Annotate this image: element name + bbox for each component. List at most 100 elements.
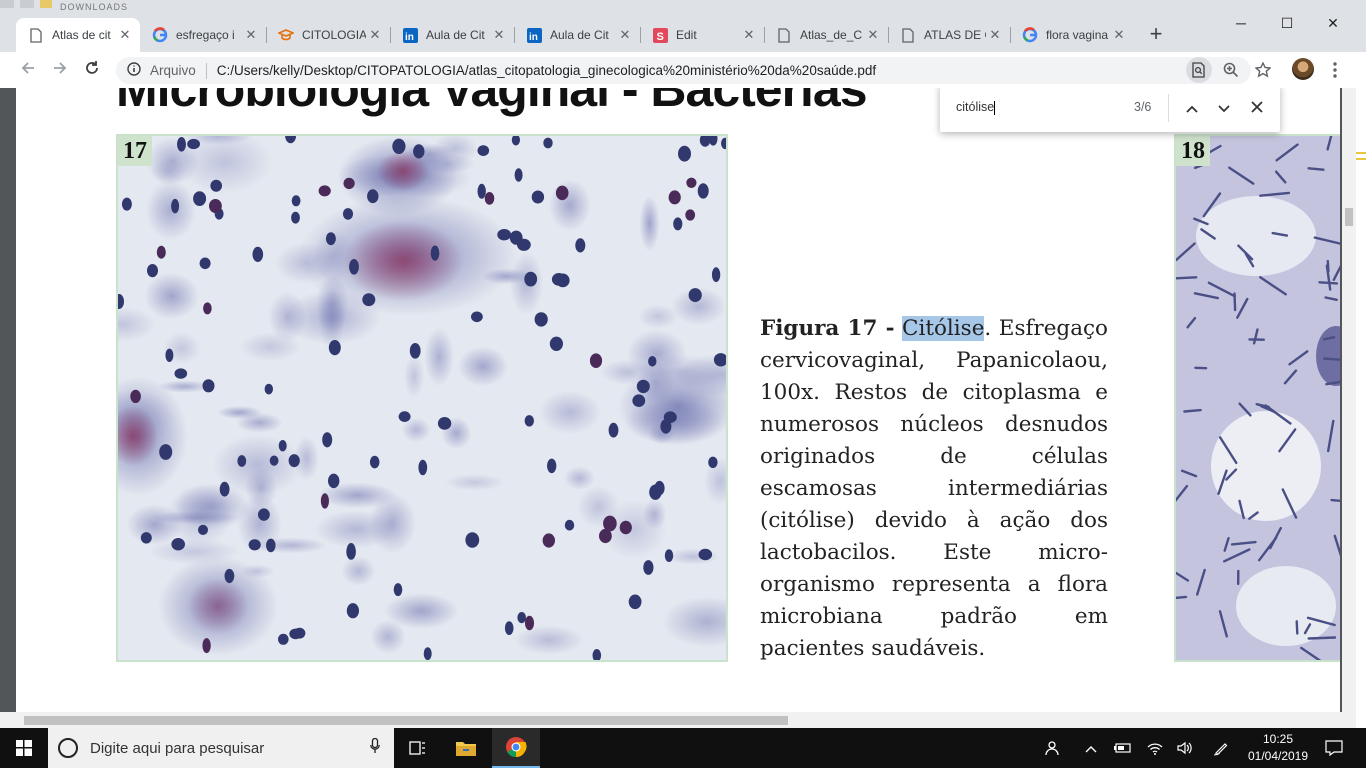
task-view-icon[interactable]	[394, 728, 442, 768]
taskbar-search-box[interactable]: Digite aqui para pesquisar	[48, 728, 394, 768]
minimize-button[interactable]: ─	[1218, 8, 1264, 38]
cell-nucleus	[478, 145, 490, 156]
pen-workspace-icon[interactable]	[1210, 728, 1232, 768]
find-highlight: Citólise	[902, 316, 984, 341]
tab-atlas-de-c-upper[interactable]: ATLAS DE C ✕	[888, 18, 1010, 52]
tab-atlas-de-cit[interactable]: Atlas de cit ✕	[16, 18, 140, 52]
cell-nucleus	[343, 208, 353, 220]
tab-citologia[interactable]: CITOLOGIA ✕	[266, 18, 390, 52]
find-in-page-icon[interactable]	[1186, 57, 1212, 83]
chevron-down-icon	[1218, 105, 1230, 113]
close-tab-icon[interactable]: ✕	[740, 27, 758, 43]
tab-title: Atlas de cit	[52, 28, 116, 42]
close-tab-icon[interactable]: ✕	[616, 27, 634, 43]
cell-nucleus	[632, 394, 645, 407]
forward-button[interactable]	[46, 56, 74, 84]
pdf-viewer[interactable]: Microbiologia Vaginal - Bactérias	[0, 88, 1356, 712]
tab-title: Edit	[676, 28, 740, 42]
cell-nucleus	[410, 343, 421, 359]
address-bar[interactable]: Arquivo C:/Users/kelly/Desktop/CITOPATOL…	[116, 57, 1251, 84]
new-tab-button[interactable]: +	[1144, 22, 1168, 46]
tab-aula-de-cit-1[interactable]: in Aula de Cit ✕	[390, 18, 514, 52]
figure-number-17: 17	[118, 136, 152, 166]
close-icon	[1251, 101, 1263, 113]
tab-atlas-de-c[interactable]: Atlas_de_C ✕	[764, 18, 888, 52]
find-match-count: 3/6	[1134, 100, 1151, 114]
show-hidden-icons-chevron-icon[interactable]	[1080, 728, 1102, 768]
stain-blot	[549, 179, 591, 231]
close-tab-icon[interactable]: ✕	[116, 27, 134, 43]
clock-time: 10:25	[1246, 731, 1310, 748]
info-icon[interactable]	[124, 62, 144, 79]
cell-nucleus	[532, 191, 544, 204]
close-window-button[interactable]: ✕	[1310, 8, 1356, 38]
zoom-icon[interactable]	[1217, 56, 1245, 84]
cell-nucleus	[552, 273, 566, 286]
tab-aula-de-cit-2[interactable]: in Aula de Cit ✕	[514, 18, 640, 52]
cell-nucleus	[517, 612, 526, 623]
cell-nucleus	[394, 583, 403, 596]
find-close-button[interactable]	[1245, 96, 1269, 120]
close-tab-icon[interactable]: ✕	[986, 27, 1004, 43]
cell-nucleus	[712, 267, 720, 282]
cell-nucleus	[177, 137, 186, 152]
lactobacillus-rod	[1184, 410, 1200, 411]
wifi-icon[interactable]	[1144, 728, 1166, 768]
file-explorer-icon[interactable]	[442, 728, 490, 768]
back-button[interactable]	[14, 56, 42, 84]
find-next-button[interactable]	[1212, 96, 1236, 120]
cell-nucleus	[708, 457, 717, 468]
linkedin-icon: in	[402, 27, 418, 43]
document-icon	[28, 27, 44, 43]
chrome-taskbar-icon[interactable]	[492, 728, 540, 768]
cell-nucleus	[171, 199, 179, 213]
cell-nucleus	[346, 544, 356, 559]
battery-icon[interactable]	[1112, 728, 1134, 768]
cell-nucleus	[556, 186, 569, 201]
close-tab-icon[interactable]: ✕	[366, 27, 384, 43]
reload-button[interactable]	[78, 56, 106, 84]
cell-nucleus	[547, 459, 556, 474]
cell-nucleus	[165, 349, 173, 362]
edge-marker	[1356, 152, 1366, 154]
people-icon[interactable]	[1040, 728, 1064, 768]
cell-nucleus	[200, 258, 211, 270]
cell-nucleus	[258, 508, 270, 520]
cell-nucleus	[322, 432, 332, 447]
background-window-edge	[0, 0, 14, 8]
tab-flora-vagina[interactable]: flora vagina ✕	[1010, 18, 1134, 52]
text-cursor	[994, 101, 995, 115]
vertical-scroll-thumb[interactable]	[1345, 208, 1353, 226]
microphone-icon[interactable]	[370, 738, 380, 758]
stain-blot	[515, 625, 584, 654]
cell-nucleus	[344, 178, 355, 189]
find-previous-button[interactable]	[1180, 96, 1204, 120]
close-tab-icon[interactable]: ✕	[490, 27, 508, 43]
maximize-button[interactable]: ☐	[1264, 8, 1310, 38]
cell-nucleus	[497, 229, 511, 240]
cell-nucleus	[292, 195, 301, 206]
horizontal-scrollbar[interactable]	[0, 712, 1356, 728]
windows-logo-icon	[16, 740, 32, 756]
tab-esfregaco[interactable]: esfregaço i ✕	[140, 18, 266, 52]
system-clock[interactable]: 10:25 01/04/2019	[1246, 731, 1310, 765]
close-tab-icon[interactable]: ✕	[864, 27, 882, 43]
vertical-scrollbar[interactable]	[1342, 88, 1356, 712]
find-input[interactable]: citólise	[956, 100, 995, 115]
cell-nucleus	[620, 521, 632, 535]
profile-avatar[interactable]	[1292, 58, 1314, 80]
menu-kebab-icon[interactable]	[1321, 56, 1349, 84]
cell-nucleus	[175, 368, 188, 378]
bookmark-star-icon[interactable]	[1249, 56, 1277, 84]
volume-icon[interactable]	[1174, 728, 1196, 768]
start-button[interactable]	[0, 728, 48, 768]
url-text[interactable]: C:/Users/kelly/Desktop/CITOPATOLOGIA/atl…	[217, 63, 876, 78]
svg-text:in: in	[405, 32, 414, 43]
tab-edit[interactable]: S Edit ✕	[640, 18, 764, 52]
close-tab-icon[interactable]: ✕	[242, 27, 260, 43]
cell-nucleus	[609, 423, 619, 438]
horizontal-scroll-thumb[interactable]	[24, 716, 788, 725]
notifications-icon[interactable]	[1320, 728, 1348, 768]
close-tab-icon[interactable]: ✕	[1110, 27, 1128, 43]
cell-nucleus	[203, 302, 212, 314]
